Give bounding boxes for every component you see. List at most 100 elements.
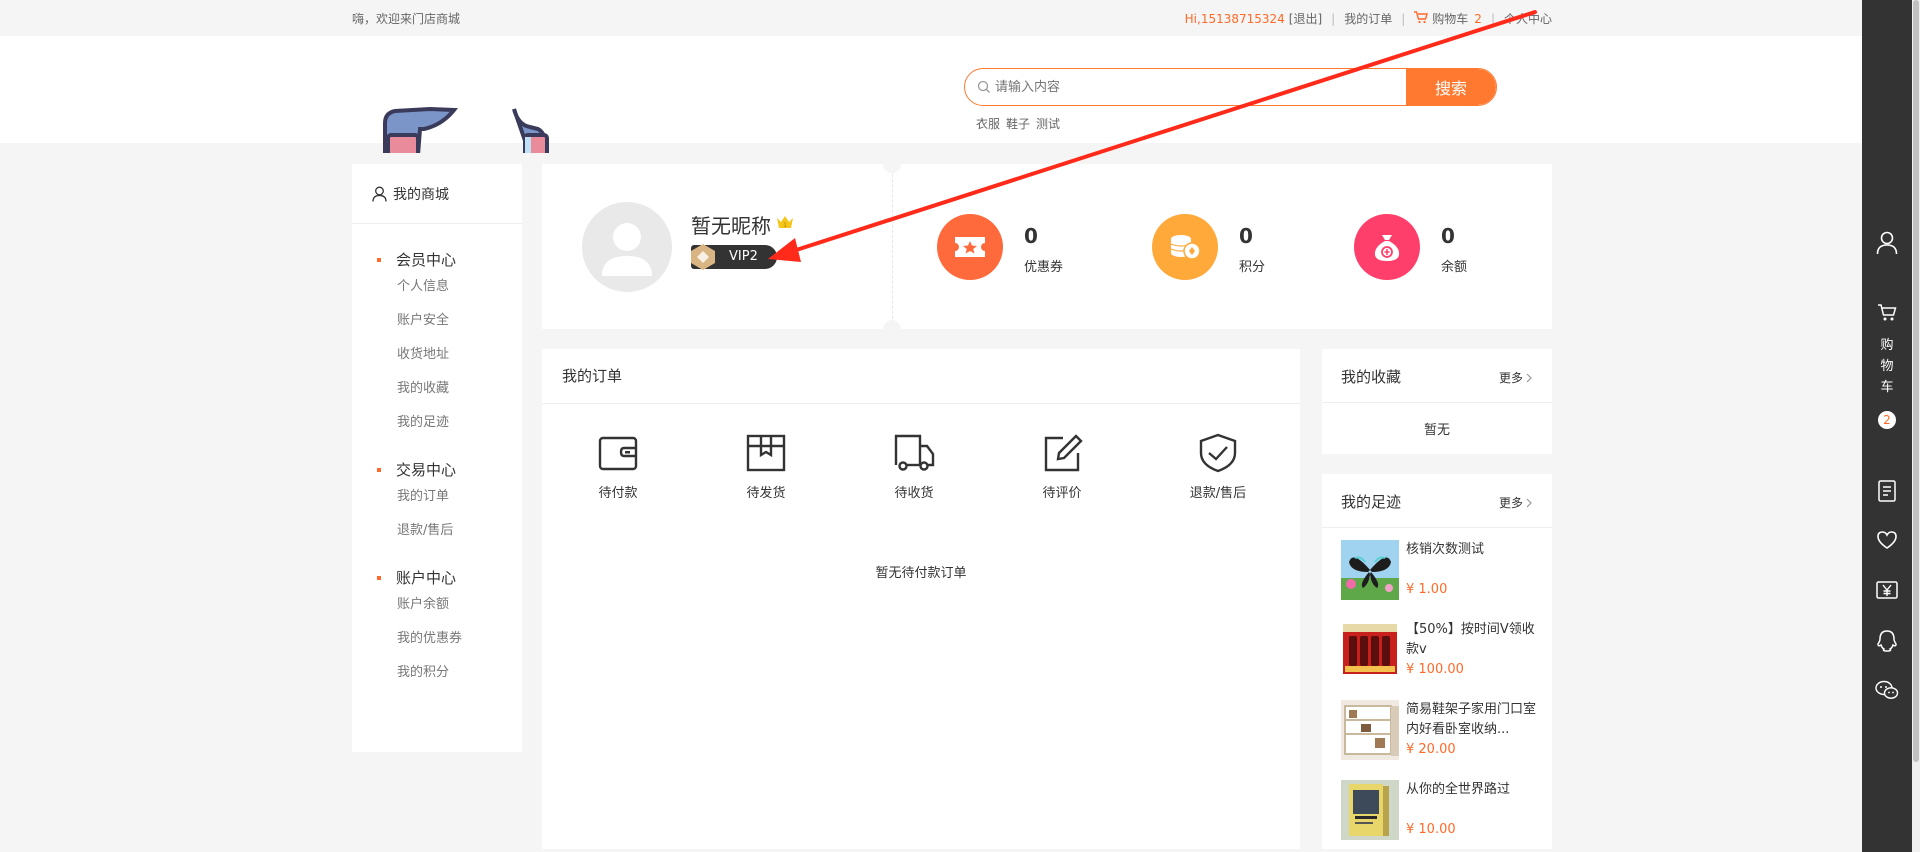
vip-badge: VIP2 <box>691 244 777 270</box>
product-name: 从你的全世界路过 <box>1406 782 1511 797</box>
divider: | <box>1331 11 1336 26</box>
cart-icon[interactable] <box>1414 10 1429 27</box>
sidebar-item-points[interactable]: 我的积分 <box>352 656 522 690</box>
balance-label: 余额 <box>1441 260 1468 275</box>
vip-level: VIP2 <box>729 249 758 264</box>
page-scrollbar[interactable] <box>1912 0 1920 852</box>
order-status-pending-shipment[interactable]: 待发货 <box>721 433 811 501</box>
profile-card: 暂无昵称 1 VIP2 0 优惠券 0 积分 0 余额 <box>542 155 1552 338</box>
rail-user-button[interactable] <box>1862 231 1912 255</box>
rail-cart-button[interactable] <box>1862 304 1912 322</box>
hot-word[interactable]: 测试 <box>1036 117 1060 131</box>
points-count: 0 <box>1239 224 1253 248</box>
orders-title: 我的订单 <box>542 349 1300 404</box>
nickname: 暂无昵称 <box>691 214 771 238</box>
sidebar-item-favorites[interactable]: 我的收藏 <box>352 372 522 406</box>
rail-cart-text: 购物车 <box>1880 338 1894 395</box>
logout-link[interactable]: [退出] <box>1289 10 1322 27</box>
scrollbar-thumb[interactable] <box>1913 0 1919 762</box>
cart-count: 2 <box>1474 11 1482 26</box>
product-price: ¥ 10.00 <box>1406 822 1456 837</box>
coupon-icon <box>937 214 1003 280</box>
product-name: 核销次数测试 <box>1406 542 1485 557</box>
favorites-title: 我的收藏 <box>1341 368 1402 386</box>
product-price: ¥ 20.00 <box>1406 742 1456 757</box>
footprints-title: 我的足迹 <box>1341 493 1402 511</box>
rail-wallet-button[interactable] <box>1862 581 1912 599</box>
more-label: 更多 <box>1498 371 1523 385</box>
user-icon <box>1876 231 1898 255</box>
rail-cart-label[interactable]: 购物车 <box>1862 335 1912 398</box>
sidebar-item-personal-info[interactable]: 个人信息 <box>352 270 522 304</box>
card-notch <box>883 155 901 173</box>
search-box: 搜索 <box>964 68 1497 106</box>
sidebar-group-member: 会员中心 个人信息 账户安全 收货地址 我的收藏 我的足迹 <box>352 250 522 440</box>
footprints-panel: 我的足迹 更多 核销次数测试 ¥ 1.00 【50%】按时间V领收款v ¥ 10… <box>1322 474 1552 849</box>
edit-icon <box>1044 434 1083 472</box>
search-icon <box>977 80 991 94</box>
card-notch <box>883 320 901 338</box>
hot-words: 衣服 鞋子 测试 <box>976 115 1066 132</box>
welcome-text: 嗨，欢迎来门店商城 <box>352 12 461 26</box>
order-status-label: 退款/售后 <box>1189 486 1247 501</box>
product-price: ¥ 1.00 <box>1406 582 1448 597</box>
favorites-more-link[interactable]: 更多 <box>1499 369 1532 386</box>
sidebar-item-address[interactable]: 收货地址 <box>352 338 522 372</box>
footprint-item[interactable]: 核销次数测试 ¥ 1.00 <box>1341 540 1541 602</box>
sidebar-title-text: 我的商城 <box>393 186 449 203</box>
favorites-panel: 我的收藏 更多 暂无 <box>1322 349 1552 454</box>
order-status-pending-payment[interactable]: 待付款 <box>573 433 663 501</box>
orders-empty-text: 暂无待付款订单 <box>875 566 967 581</box>
footprint-item[interactable]: 简易鞋架子家用门口室内好看卧室收纳... ¥ 20.00 <box>1341 700 1541 762</box>
footprint-item[interactable]: 【50%】按时间V领收款v ¥ 100.00 <box>1341 620 1541 682</box>
vip-gem-icon <box>689 243 717 274</box>
more-label: 更多 <box>1498 496 1523 510</box>
account-sidebar: 我的商城 会员中心 个人信息 账户安全 收货地址 我的收藏 我的足迹 交易中心 … <box>352 164 522 752</box>
order-status-pending-review[interactable]: 待评价 <box>1017 433 1107 501</box>
sidebar-group-account: 账户中心 账户余额 我的优惠券 我的积分 <box>352 568 522 690</box>
product-thumbnail <box>1341 540 1399 600</box>
sidebar-item-refund[interactable]: 退款/售后 <box>352 514 522 548</box>
sidebar-item-my-orders[interactable]: 我的订单 <box>352 480 522 514</box>
sidebar-group-title: 会员中心 <box>352 250 522 270</box>
cart-link[interactable]: 购物车 <box>1432 10 1468 27</box>
store-logo[interactable] <box>380 73 580 153</box>
search-button[interactable]: 搜索 <box>1406 69 1496 105</box>
product-thumbnail <box>1341 620 1399 680</box>
chevron-right-icon <box>1526 498 1532 508</box>
divider: | <box>1401 11 1406 26</box>
top-bar-links: Hi,15138715324 [退出] | 我的订单 | 购物车 2 | 个人中… <box>1185 10 1552 27</box>
favorites-empty-text: 暂无 <box>1423 423 1450 438</box>
rail-cart-count: 2 <box>1878 411 1896 429</box>
order-status-pending-receipt[interactable]: 待收货 <box>869 433 959 501</box>
sidebar-group-trade: 交易中心 我的订单 退款/售后 <box>352 460 522 548</box>
sidebar-title: 我的商城 <box>352 164 522 224</box>
sidebar-item-footprints[interactable]: 我的足迹 <box>352 406 522 440</box>
order-status-refund[interactable]: 退款/售后 <box>1173 433 1263 501</box>
rail-orders-button[interactable] <box>1862 480 1912 502</box>
qq-icon <box>1877 630 1897 652</box>
sidebar-item-balance[interactable]: 账户余额 <box>352 588 522 622</box>
svg-text:1: 1 <box>783 222 787 229</box>
avatar[interactable] <box>582 202 672 292</box>
footprints-more-link[interactable]: 更多 <box>1499 494 1532 511</box>
rail-wechat-button[interactable] <box>1862 680 1912 700</box>
search-input[interactable] <box>995 77 1365 97</box>
sidebar-item-coupons[interactable]: 我的优惠券 <box>352 622 522 656</box>
personal-center-link[interactable]: 个人中心 <box>1504 10 1552 27</box>
wallet-icon <box>598 436 638 471</box>
rail-favorites-button[interactable] <box>1862 530 1912 550</box>
header: 搜索 衣服鞋子测试 <box>0 36 1920 153</box>
hot-word[interactable]: 鞋子 <box>1006 117 1030 131</box>
order-status-label: 待收货 <box>894 486 934 501</box>
wechat-icon <box>1875 680 1899 699</box>
rail-qq-button[interactable] <box>1862 630 1912 652</box>
sidebar-item-account-security[interactable]: 账户安全 <box>352 304 522 338</box>
points-label: 积分 <box>1239 260 1266 275</box>
sidebar-group-title: 账户中心 <box>352 568 522 588</box>
footprint-item[interactable]: 从你的全世界路过 ¥ 10.00 <box>1341 780 1541 842</box>
hot-word[interactable]: 衣服 <box>976 117 1000 131</box>
my-orders-link[interactable]: 我的订单 <box>1344 10 1392 27</box>
money-bag-icon <box>1354 214 1420 280</box>
user-greeting[interactable]: Hi,15138715324 <box>1185 12 1285 26</box>
